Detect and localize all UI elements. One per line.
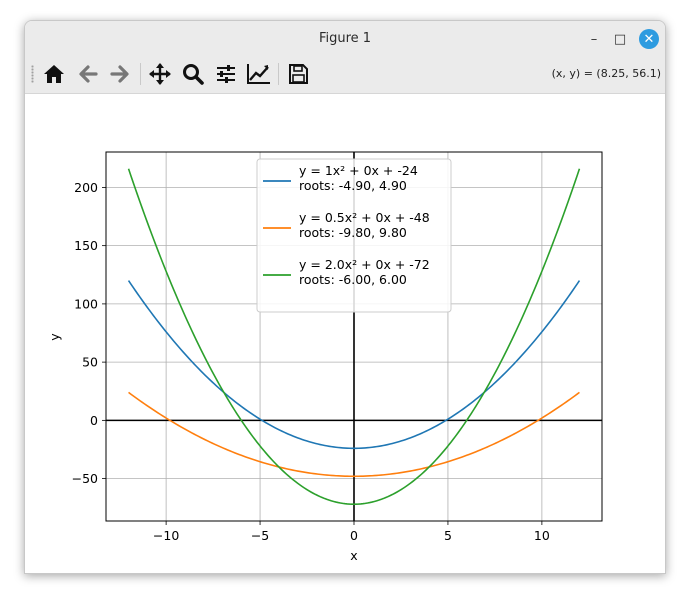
y-tick-label: 150 [74,238,98,253]
legend-roots-1: roots: -4.90, 4.90 [299,178,407,193]
home-button[interactable] [41,61,67,87]
x-tick-label: 10 [534,528,550,543]
move-arrows-icon [149,63,171,85]
arrow-left-icon [79,65,98,83]
legend-entry-1: y = 1x² + 0x + -24 [299,163,418,178]
legend-roots-2: roots: -9.80, 9.80 [299,225,407,240]
navigation-toolbar: (x, y) = (8.25, 56.1) [25,55,665,94]
home-icon [44,65,64,83]
toolbar-separator [140,63,141,85]
figure-window: Figure 1 – □ ✕ (x, y) = (8.25, 56.1) −10… [24,20,666,574]
y-tick-label: −50 [72,471,98,486]
legend-entry-3: y = 2.0x² + 0x + -72 [299,257,430,272]
y-tick-label: 0 [90,413,98,428]
y-tick-label: 50 [82,355,98,370]
x-axis-label: x [350,548,357,563]
minimize-button[interactable]: – [585,30,603,48]
cursor-coordinates: (x, y) = (8.25, 56.1) [551,67,661,80]
x-tick-label: −5 [251,528,269,543]
forward-button[interactable] [107,61,133,87]
y-tick-label: 100 [74,296,98,311]
y-axis-label: y [47,333,62,341]
sliders-icon [217,65,235,83]
y-tick-label: 200 [74,180,98,195]
x-tick-label: −10 [153,528,179,543]
x-tick-label: 0 [350,528,358,543]
close-button[interactable]: ✕ [639,29,659,49]
edit-axis-button[interactable] [246,61,272,87]
plot-area[interactable]: −10 −5 0 5 10−50050100150200 x y y = 1x² + 0… [25,94,665,573]
pan-button[interactable] [147,61,173,87]
line-chart-icon [247,64,270,84]
toolbar-grip[interactable] [31,65,34,83]
arrow-right-icon [110,65,129,83]
maximize-button[interactable]: □ [611,30,629,48]
magnifier-icon [183,64,204,85]
back-button[interactable] [75,61,101,87]
toolbar-separator [278,63,279,85]
configure-subplots-button[interactable] [213,61,239,87]
x-tick-label: 5 [444,528,452,543]
window-title: Figure 1 [318,31,372,46]
save-button[interactable] [285,61,311,87]
legend-roots-3: roots: -6.00, 6.00 [299,272,407,287]
zoom-button[interactable] [180,61,206,87]
title-bar[interactable]: Figure 1 – □ ✕ [25,21,665,55]
legend-entry-2: y = 0.5x² + 0x + -48 [299,210,430,225]
figure-canvas[interactable]: −10 −5 0 5 10 −50 0 50 100 150 200 x y y = 1x² + 0… [25,94,665,573]
floppy-disk-icon [289,64,308,84]
